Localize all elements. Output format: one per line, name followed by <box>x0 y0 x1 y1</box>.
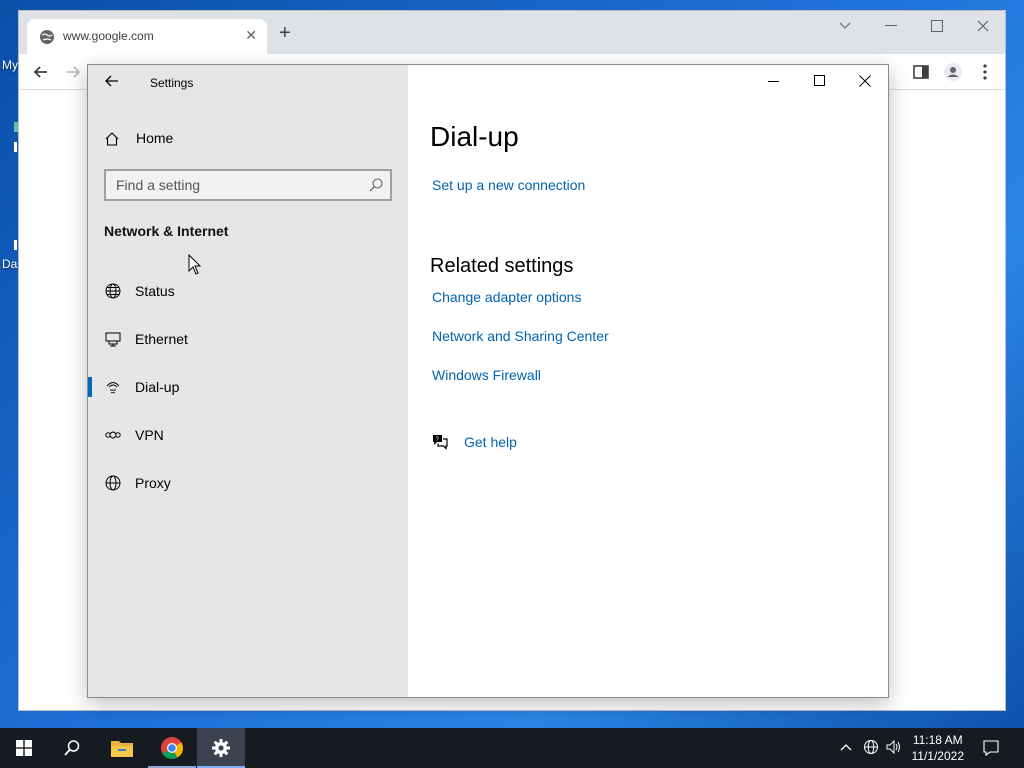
help-chat-icon: ? <box>433 435 448 450</box>
search-input[interactable] <box>106 171 346 199</box>
settings-sidebar: Settings Home Network & Internet Status … <box>88 65 408 697</box>
globe-icon <box>40 30 54 44</box>
home-label: Home <box>136 130 174 146</box>
status-globe-icon <box>105 283 121 299</box>
side-panel-icon[interactable] <box>911 62 931 82</box>
profile-avatar-icon[interactable] <box>943 62 963 82</box>
dialup-icon <box>106 382 120 394</box>
ethernet-icon <box>105 332 121 347</box>
window-title: Settings <box>150 76 194 90</box>
search-taskbar-button[interactable] <box>48 728 96 768</box>
windows-logo-icon <box>16 740 32 756</box>
nav-item-status[interactable]: Status <box>88 271 408 311</box>
folder-icon <box>111 741 133 757</box>
browser-tab[interactable]: www.google.com ✕ <box>27 19 267 54</box>
notifications-icon[interactable] <box>982 739 1000 757</box>
minimize-icon[interactable] <box>885 25 897 27</box>
network-globe-icon[interactable] <box>863 739 879 755</box>
browser-tabbar: www.google.com ✕ + <box>19 11 1005 54</box>
gear-icon <box>212 739 230 757</box>
desktop-icon-label-1[interactable]: My <box>2 58 18 72</box>
related-settings-heading: Related settings <box>430 255 574 277</box>
tab-search-icon[interactable] <box>839 21 851 31</box>
more-menu-icon[interactable] <box>975 62 995 82</box>
close-icon[interactable] <box>977 20 989 32</box>
maximize-icon[interactable] <box>931 20 943 32</box>
settings-taskbar-button[interactable] <box>197 728 245 768</box>
search-icon[interactable] <box>368 177 384 193</box>
back-arrow-icon[interactable] <box>31 62 51 82</box>
home-icon <box>105 132 119 146</box>
desktop-icon-fragment <box>14 240 17 250</box>
nav-item-proxy[interactable]: Proxy <box>88 463 408 503</box>
nav-item-vpn[interactable]: VPN <box>88 415 408 455</box>
vpn-icon <box>105 431 121 439</box>
page-title: Dial-up <box>430 121 519 152</box>
nav-label: Ethernet <box>135 331 188 347</box>
nav-label: Status <box>135 283 175 299</box>
system-clock[interactable]: 11:18 AM 11/1/2022 <box>912 732 965 764</box>
forward-arrow-icon[interactable] <box>63 62 83 82</box>
nav-label: Dial-up <box>135 379 180 395</box>
file-explorer-button[interactable] <box>98 728 146 768</box>
clock-time: 11:18 AM <box>912 733 963 747</box>
desktop-icon-label-2[interactable]: Da <box>2 257 17 271</box>
desktop-icon-fragment <box>14 142 17 152</box>
taskbar: 11:18 AM 11/1/2022 <box>0 728 1024 768</box>
category-heading: Network & Internet <box>104 223 229 239</box>
settings-window: Settings Home Network & Internet Status … <box>87 64 889 698</box>
mouse-cursor-icon <box>188 254 202 275</box>
network-sharing-center-link[interactable]: Network and Sharing Center <box>432 328 609 344</box>
chrome-icon <box>161 737 183 759</box>
close-tab-icon[interactable]: ✕ <box>245 27 257 44</box>
setup-connection-link[interactable]: Set up a new connection <box>432 177 585 193</box>
nav-label: VPN <box>135 427 164 443</box>
browser-tab-title: www.google.com <box>63 29 154 43</box>
clock-date: 11/1/2022 <box>911 749 965 763</box>
selected-indicator <box>88 377 92 397</box>
settings-content: Dial-up Set up a new connection Related … <box>408 65 888 697</box>
search-icon <box>64 740 80 756</box>
show-hidden-icons-icon[interactable] <box>840 743 852 751</box>
windows-firewall-link[interactable]: Windows Firewall <box>432 367 541 383</box>
start-button[interactable] <box>0 728 48 768</box>
nav-label: Proxy <box>135 475 171 491</box>
proxy-globe-icon <box>105 475 121 491</box>
volume-icon[interactable] <box>886 740 902 754</box>
change-adapter-options-link[interactable]: Change adapter options <box>432 289 581 305</box>
get-help-link[interactable]: Get help <box>464 434 517 450</box>
search-box <box>104 169 392 201</box>
back-arrow-icon[interactable] <box>104 73 120 89</box>
nav-item-ethernet[interactable]: Ethernet <box>88 319 408 359</box>
chrome-taskbar-button[interactable] <box>148 728 196 768</box>
nav-item-dialup[interactable]: Dial-up <box>88 367 408 407</box>
new-tab-button[interactable]: + <box>279 23 291 43</box>
